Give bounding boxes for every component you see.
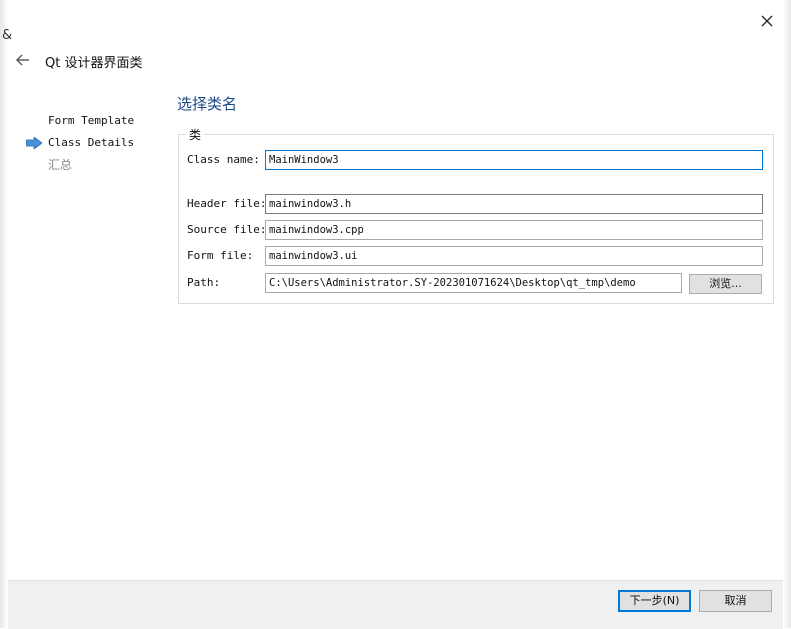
groupbox-title: 类	[186, 126, 205, 143]
background-edge-glyph: &	[2, 28, 13, 43]
browse-button[interactable]: 浏览...	[689, 274, 762, 294]
window-shadow-left	[0, 0, 8, 628]
form-file-input[interactable]: mainwindow3.ui	[265, 246, 763, 266]
cancel-button[interactable]: 取消	[699, 590, 772, 612]
page-heading: 选择类名	[177, 95, 238, 113]
back-arrow-icon	[16, 54, 29, 66]
step-class-details: Class Details	[26, 132, 134, 154]
header-file-label: Header file:	[187, 197, 267, 210]
step-form-template: Form Template	[26, 110, 134, 132]
form-file-label: Form file:	[187, 249, 254, 262]
next-button[interactable]: 下一步(N)	[618, 590, 691, 612]
source-file-label: Source file:	[187, 223, 267, 236]
class-name-label: Class name:	[187, 153, 260, 166]
window-shadow-right	[783, 0, 791, 628]
wizard-steps: Form Template Class Details 汇总	[26, 110, 134, 176]
current-step-arrow-icon	[26, 137, 42, 149]
class-name-input[interactable]: MainWindow3	[265, 150, 763, 170]
back-button[interactable]	[12, 50, 34, 70]
path-label: Path:	[187, 276, 221, 289]
source-file-input[interactable]: mainwindow3.cpp	[265, 220, 763, 240]
header-file-input[interactable]: mainwindow3.h	[265, 194, 763, 214]
window-title: Qt 设计器界面类	[45, 56, 143, 71]
close-button[interactable]	[754, 8, 780, 34]
close-icon	[761, 15, 773, 27]
step-label: 汇总	[48, 158, 73, 172]
step-label: Class Details	[48, 136, 135, 149]
step-summary: 汇总	[26, 154, 134, 176]
path-input[interactable]: C:\Users\Administrator.SY-202301071624\D…	[265, 273, 682, 293]
step-label: Form Template	[48, 114, 135, 127]
